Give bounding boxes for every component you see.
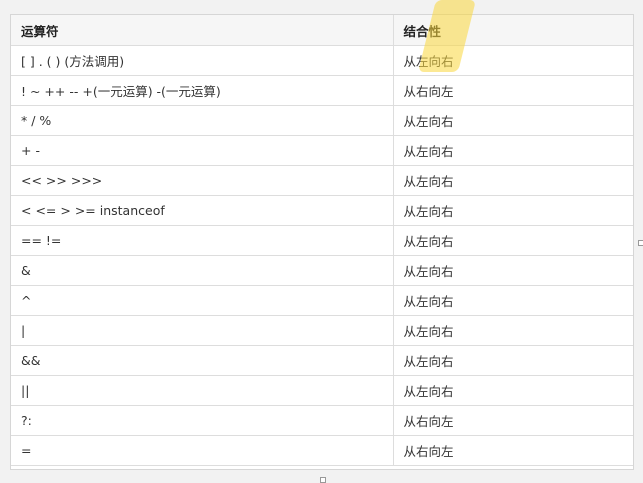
associativity-cell: 从左向右	[392, 105, 633, 136]
table-row: = 从右向左	[11, 435, 633, 466]
operator-cell: |	[11, 315, 394, 346]
operator-cell: ^	[11, 285, 394, 316]
operator-cell: == !=	[11, 225, 394, 256]
table-row: ?: 从右向左	[11, 405, 633, 436]
operator-precedence-table: 运算符 结合性 [ ] . ( ) (方法调用) 从左向右 ! ~ ++ -- …	[11, 15, 633, 466]
table-row: || 从左向右	[11, 375, 633, 406]
table-row: ! ~ ++ -- +(一元运算) -(一元运算) 从右向左	[11, 75, 633, 106]
associativity-cell: 从左向右	[392, 45, 633, 76]
table-row: < <= > >= instanceof 从左向右	[11, 195, 633, 226]
table-row: + - 从左向右	[11, 135, 633, 166]
table-row: && 从左向右	[11, 345, 633, 376]
table-row: ^ 从左向右	[11, 285, 633, 316]
table-row: [ ] . ( ) (方法调用) 从左向右	[11, 45, 633, 76]
associativity-cell: 从右向左	[392, 75, 633, 106]
operator-cell: < <= > >= instanceof	[11, 195, 394, 226]
associativity-cell: 从左向右	[392, 375, 633, 406]
table-row: * / % 从左向右	[11, 105, 633, 136]
table-row: | 从左向右	[11, 315, 633, 346]
associativity-cell: 从右向左	[392, 405, 633, 436]
associativity-cell: 从左向右	[392, 255, 633, 286]
associativity-cell: 从左向右	[392, 345, 633, 376]
operator-cell: ||	[11, 375, 394, 406]
operator-cell: =	[11, 435, 394, 466]
table-header-row: 运算符 结合性	[11, 15, 633, 46]
associativity-cell: 从左向右	[392, 135, 633, 166]
table-row: == != 从左向右	[11, 225, 633, 256]
operator-cell: &&	[11, 345, 394, 376]
resize-handle-bottom[interactable]	[320, 477, 326, 483]
operator-precedence-table-frame: 运算符 结合性 [ ] . ( ) (方法调用) 从左向右 ! ~ ++ -- …	[10, 14, 634, 470]
operator-cell: * / %	[11, 105, 394, 136]
operator-cell: + -	[11, 135, 394, 166]
associativity-cell: 从左向右	[392, 195, 633, 226]
table-row: & 从左向右	[11, 255, 633, 286]
table-row: << >> >>> 从左向右	[11, 165, 633, 196]
associativity-cell: 从右向左	[392, 435, 633, 466]
associativity-cell: 从左向右	[392, 165, 633, 196]
operator-cell: &	[11, 255, 394, 286]
associativity-cell: 从左向右	[392, 285, 633, 316]
operator-cell: [ ] . ( ) (方法调用)	[11, 45, 394, 76]
operator-column-header: 运算符	[11, 15, 394, 46]
operator-cell: ! ~ ++ -- +(一元运算) -(一元运算)	[11, 75, 394, 106]
resize-handle-right[interactable]	[638, 240, 643, 246]
associativity-cell: 从左向右	[392, 225, 633, 256]
operator-cell: << >> >>>	[11, 165, 394, 196]
associativity-column-header: 结合性	[392, 15, 633, 46]
associativity-cell: 从左向右	[392, 315, 633, 346]
operator-cell: ?:	[11, 405, 394, 436]
